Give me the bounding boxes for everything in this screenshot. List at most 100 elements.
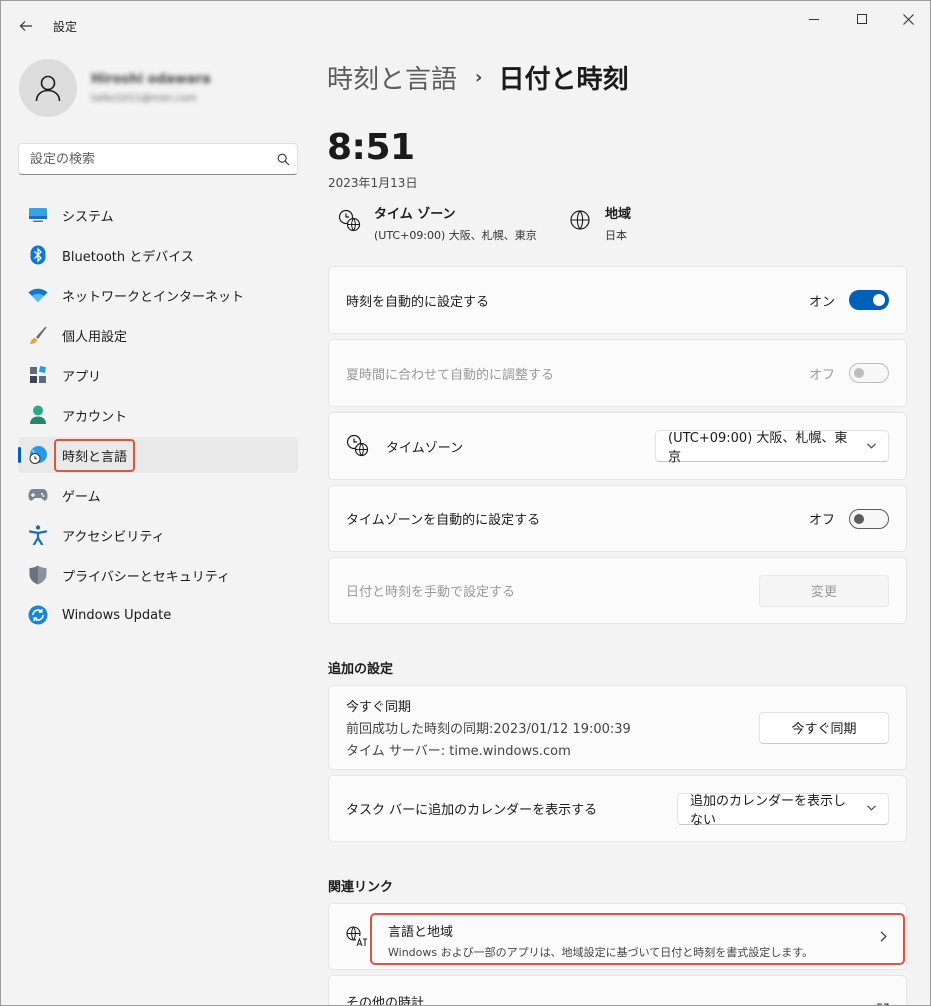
- calendar-selected: 追加のカレンダーを表示しない: [690, 793, 847, 828]
- breadcrumb: 時刻と言語 › 日付と時刻: [327, 59, 628, 96]
- update-icon: [28, 605, 48, 625]
- manual-time-card: 日付と時刻を手動で設定する 変更: [328, 557, 907, 624]
- language-icon: [346, 925, 368, 948]
- time-language-icon: [28, 445, 48, 465]
- timezone-card: タイムゾーン (UTC+09:00) 大阪、札幌、東京: [328, 412, 907, 480]
- page-title: 日付と時刻: [498, 65, 629, 95]
- language-region-link[interactable]: 言語と地域 Windows および一部のアプリは、地域設定に基づいて日付と時刻を…: [370, 913, 905, 965]
- calendar-label: タスク バーに追加のカレンダーを表示する: [346, 803, 598, 818]
- sync-title: 今すぐ同期: [346, 700, 412, 715]
- profile-name: Hiroshi odawara: [91, 72, 211, 87]
- back-arrow-icon[interactable]: [15, 15, 37, 37]
- globe-icon: [569, 209, 593, 233]
- apps-icon: [28, 365, 48, 385]
- last-sync-text: 前回成功した時刻の同期:2023/01/12 19:00:39: [346, 722, 631, 737]
- sidebar-item-label: システム: [62, 209, 114, 225]
- timezone-selected: (UTC+09:00) 大阪、札幌、東京: [668, 431, 848, 465]
- avatar: [19, 59, 77, 117]
- timezone-info: タイム ゾーン (UTC+09:00) 大阪、札幌、東京: [338, 203, 537, 243]
- title-bar: 設定: [1, 1, 930, 49]
- wifi-icon: [28, 285, 48, 305]
- sidebar-item-time-language[interactable]: 時刻と言語: [18, 437, 298, 473]
- calendar-card: タスク バーに追加のカレンダーを表示する 追加のカレンダーを表示しない: [328, 775, 907, 842]
- sidebar-item-label: プライバシーとセキュリティ: [62, 569, 230, 585]
- dst-label: 夏時間に合わせて自動的に調整する: [346, 367, 555, 383]
- current-time: 8:51: [327, 127, 415, 168]
- user-icon: [35, 75, 61, 102]
- timezone-label: タイムゾーン: [386, 440, 464, 456]
- timezone-dropdown[interactable]: (UTC+09:00) 大阪、札幌、東京: [655, 430, 889, 465]
- shield-icon: [28, 565, 48, 585]
- sidebar-item-label: アカウント: [62, 409, 128, 425]
- search-icon[interactable]: [269, 153, 297, 166]
- language-region-title: 言語と地域: [388, 925, 454, 940]
- accessibility-icon: [28, 525, 48, 545]
- sidebar-item-label: Windows Update: [62, 607, 172, 623]
- breadcrumb-parent[interactable]: 時刻と言語: [327, 59, 457, 96]
- auto-time-label: 時刻を自動的に設定する: [346, 294, 490, 310]
- time-zone-icon: [346, 434, 370, 458]
- external-link-icon: [877, 1000, 889, 1005]
- time-zone-icon: [338, 209, 362, 233]
- region-info: 地域 日本: [569, 203, 631, 243]
- current-date: 2023年1月13日: [328, 176, 418, 190]
- other-clocks-label: その他の時計: [346, 996, 425, 1006]
- region-title: 地域: [605, 207, 632, 222]
- sidebar-nav: システム Bluetooth とデバイス ネットワークとインターネット 個人用設…: [18, 197, 298, 637]
- bluetooth-icon: [28, 245, 48, 265]
- sidebar-item-label: 時刻と言語: [54, 438, 136, 472]
- minimize-icon: [809, 18, 819, 20]
- other-clocks-card[interactable]: その他の時計: [328, 975, 907, 1006]
- sidebar-item-privacy[interactable]: プライバシーとセキュリティ: [18, 557, 298, 593]
- sidebar-item-label: ネットワークとインターネット: [62, 289, 245, 305]
- maximize-icon: [857, 14, 867, 24]
- time-server-text: タイム サーバー: time.windows.com: [346, 744, 571, 759]
- sidebar-item-apps[interactable]: アプリ: [18, 357, 298, 393]
- sidebar-item-windows-update[interactable]: Windows Update: [18, 597, 298, 633]
- account-icon: [28, 405, 48, 425]
- sidebar-item-network[interactable]: ネットワークとインターネット: [18, 277, 298, 313]
- dst-state: オフ: [808, 367, 835, 383]
- additional-settings-title: 追加の設定: [328, 662, 394, 677]
- brush-icon: [28, 325, 48, 345]
- auto-time-toggle[interactable]: [849, 290, 889, 310]
- region-value: 日本: [605, 229, 627, 242]
- auto-timezone-toggle[interactable]: [849, 508, 889, 529]
- chevron-down-icon: [867, 803, 876, 814]
- window-title: 設定: [53, 20, 78, 34]
- auto-timezone-label: タイムゾーンを自動的に設定する: [346, 513, 541, 528]
- maximize-button[interactable]: [839, 7, 885, 31]
- user-profile[interactable]: Hiroshi odawara taiko1011@msn.com: [19, 59, 211, 117]
- close-icon: [902, 13, 914, 25]
- sidebar-item-label: 個人用設定: [62, 329, 128, 345]
- sidebar-item-label: Bluetooth とデバイス: [62, 249, 194, 265]
- change-button[interactable]: 変更: [759, 574, 889, 607]
- close-button[interactable]: [885, 7, 930, 31]
- minimize-button[interactable]: [791, 7, 837, 31]
- auto-time-state: オン: [808, 294, 835, 310]
- sync-card: 今すぐ同期 前回成功した時刻の同期:2023/01/12 19:00:39 タイ…: [328, 685, 907, 770]
- auto-timezone-card: タイムゾーンを自動的に設定する オフ: [328, 485, 907, 552]
- search-box[interactable]: [18, 143, 298, 175]
- chevron-right-icon: [880, 930, 887, 946]
- auto-time-card: 時刻を自動的に設定する オン: [328, 266, 907, 334]
- sidebar-item-personalization[interactable]: 個人用設定: [18, 317, 298, 353]
- dst-toggle[interactable]: [849, 363, 889, 383]
- chevron-down-icon: [867, 441, 876, 452]
- sidebar-item-accessibility[interactable]: アクセシビリティ: [18, 517, 298, 553]
- sidebar-item-accounts[interactable]: アカウント: [18, 397, 298, 433]
- sidebar-item-gaming[interactable]: ゲーム: [18, 477, 298, 513]
- sidebar-item-bluetooth[interactable]: Bluetooth とデバイス: [18, 237, 298, 273]
- language-region-subtitle: Windows および一部のアプリは、地域設定に基づいて日付と時刻を書式設定しま…: [388, 946, 814, 959]
- related-links-title: 関連リンク: [328, 880, 394, 895]
- manual-time-label: 日付と時刻を手動で設定する: [346, 585, 516, 600]
- sidebar-item-label: アクセシビリティ: [62, 529, 165, 545]
- profile-email: taiko1011@msn.com: [91, 93, 197, 104]
- settings-window: 設定 Hiroshi odawara taiko1011@msn.com システ…: [0, 0, 931, 1006]
- sidebar-item-system[interactable]: システム: [18, 197, 298, 233]
- calendar-dropdown[interactable]: 追加のカレンダーを表示しない: [677, 792, 889, 828]
- timezone-title: タイム ゾーン: [374, 207, 456, 222]
- breadcrumb-separator: ›: [475, 67, 483, 88]
- sync-now-button[interactable]: 今すぐ同期: [759, 711, 889, 744]
- search-input[interactable]: [30, 151, 269, 167]
